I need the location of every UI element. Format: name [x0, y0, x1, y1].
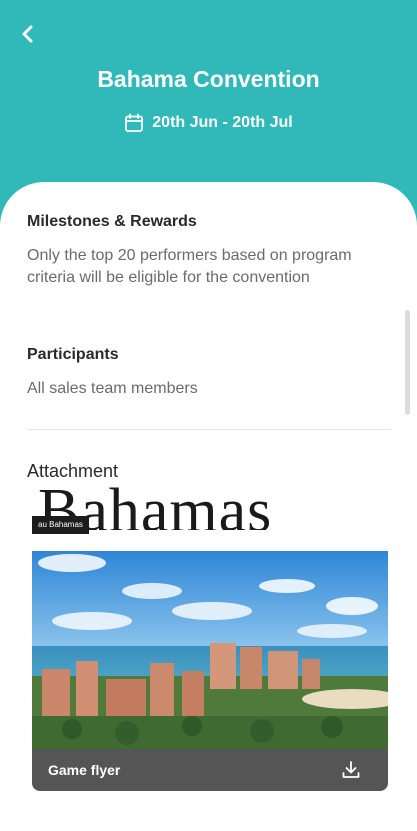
date-range-text: 20th Jun - 20th Jul [152, 114, 293, 131]
participants-text: All sales team members [27, 380, 198, 397]
download-button[interactable] [340, 759, 362, 781]
divider [27, 429, 391, 430]
chevron-left-icon [22, 25, 33, 43]
download-icon [342, 761, 360, 778]
milestones-text: Only the top 20 performers based on prog… [27, 247, 352, 286]
scrollbar[interactable] [405, 310, 410, 415]
header: Bahama Convention 20th Jun - 20th Jul [0, 0, 417, 200]
date-range: 20th Jun - 20th Jul [0, 113, 417, 133]
calendar-icon [125, 113, 144, 132]
attachment-card-footer: Game flyer [32, 749, 388, 791]
participants-heading: Participants [27, 346, 119, 363]
attachment-heading: Attachment [27, 461, 119, 481]
attachment-card[interactable]: Game flyer [32, 551, 388, 791]
back-button[interactable] [14, 20, 42, 48]
milestones-heading: Milestones & Rewards [27, 213, 197, 230]
attachment-card-title: Game flyer [48, 762, 121, 778]
page-title: Bahama Convention [97, 66, 320, 92]
attachment-banner-tag: au Bahamas [32, 516, 89, 534]
